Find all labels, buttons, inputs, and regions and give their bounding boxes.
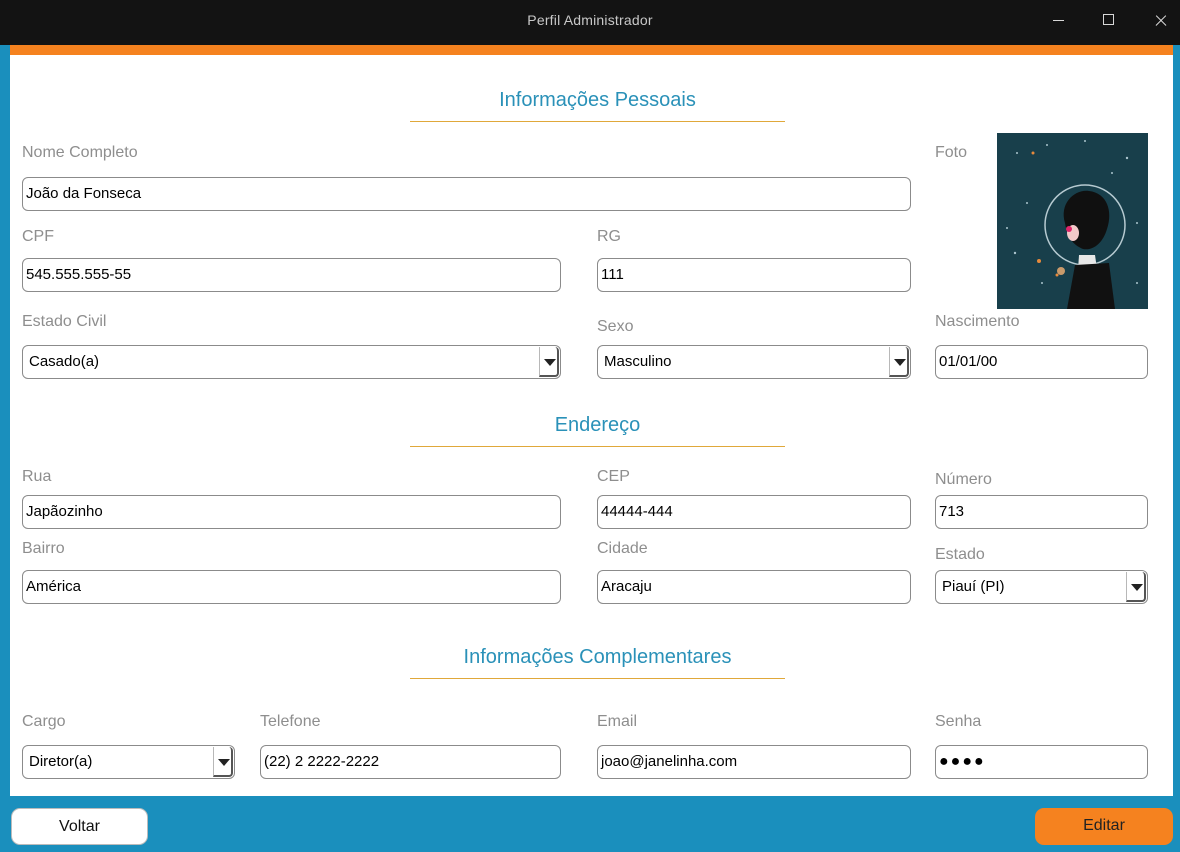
- telefone-input[interactable]: (22) 2 2222-2222: [260, 745, 561, 779]
- estado-label: Estado: [935, 546, 985, 563]
- cep-label: CEP: [597, 468, 630, 485]
- numero-input[interactable]: 713: [935, 495, 1148, 529]
- sexo-value: Masculino: [604, 353, 672, 370]
- nascimento-label: Nascimento: [935, 313, 1020, 330]
- minimize-icon[interactable]: [1044, 8, 1074, 34]
- nome-label: Nome Completo: [22, 144, 138, 161]
- foto-label: Foto: [935, 144, 968, 161]
- section-title-address: Endereço: [410, 414, 785, 447]
- rg-label: RG: [597, 228, 621, 245]
- cidade-input[interactable]: Aracaju: [597, 570, 911, 604]
- sexo-label: Sexo: [597, 318, 634, 335]
- edit-button[interactable]: Editar: [1035, 808, 1173, 845]
- senha-input[interactable]: ●●●●: [935, 745, 1148, 779]
- cpf-input[interactable]: 545.555.555-55: [22, 258, 561, 292]
- back-button[interactable]: Voltar: [11, 808, 148, 845]
- estado-value: Piauí (PI): [942, 578, 1005, 595]
- close-icon[interactable]: [1146, 8, 1176, 34]
- cargo-value: Diretor(a): [29, 753, 93, 770]
- cpf-label: CPF: [22, 228, 54, 245]
- profile-photo-illustration: [997, 133, 1148, 309]
- cargo-select[interactable]: Diretor(a): [22, 745, 235, 779]
- section-title-personal: Informações Pessoais: [410, 89, 785, 122]
- rua-input[interactable]: Japãozinho: [22, 495, 561, 529]
- chevron-down-icon[interactable]: [213, 747, 233, 777]
- email-label: Email: [597, 713, 638, 730]
- rua-label: Rua: [22, 468, 52, 485]
- accent-bar: [10, 45, 1173, 55]
- email-input[interactable]: joao@janelinha.com: [597, 745, 911, 779]
- chevron-down-icon[interactable]: [889, 347, 909, 377]
- cidade-label: Cidade: [597, 540, 648, 557]
- sexo-select[interactable]: Masculino: [597, 345, 911, 379]
- nascimento-input[interactable]: 01/01/00: [935, 345, 1148, 379]
- bairro-label: Bairro: [22, 540, 65, 557]
- estado-select[interactable]: Piauí (PI): [935, 570, 1148, 604]
- estado-civil-label: Estado Civil: [22, 313, 107, 330]
- chevron-down-icon[interactable]: [1126, 572, 1146, 602]
- section-title-complementary: Informações Complementares: [410, 646, 785, 679]
- profile-photo[interactable]: [997, 133, 1148, 309]
- window-title: Perfil Administrador: [527, 12, 653, 28]
- senha-label: Senha: [935, 713, 982, 730]
- estado-civil-value: Casado(a): [29, 353, 100, 370]
- title-bar: Perfil Administrador: [0, 0, 1180, 45]
- maximize-icon[interactable]: [1094, 8, 1124, 34]
- bairro-input[interactable]: América: [22, 570, 561, 604]
- cep-input[interactable]: 44444-444: [597, 495, 911, 529]
- nome-input[interactable]: João da Fonseca: [22, 177, 911, 211]
- rg-input[interactable]: 111: [597, 258, 911, 292]
- cargo-label: Cargo: [22, 713, 66, 730]
- telefone-label: Telefone: [260, 713, 321, 730]
- estado-civil-select[interactable]: Casado(a): [22, 345, 561, 379]
- numero-label: Número: [935, 471, 992, 488]
- chevron-down-icon[interactable]: [539, 347, 559, 377]
